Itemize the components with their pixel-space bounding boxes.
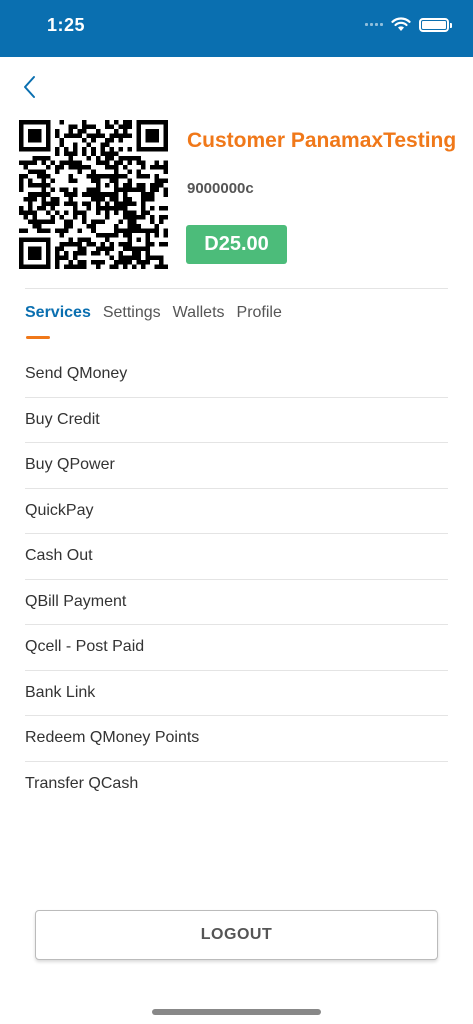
services-list: Send QMoney Buy Credit Buy QPower QuickP… [25, 352, 448, 807]
battery-icon [419, 17, 452, 32]
customer-name: Customer PanamaxTesting [187, 129, 457, 152]
status-bar: 1:25 [0, 0, 473, 57]
account-id: 9000000c [187, 180, 254, 197]
tab-bar: Services Settings Wallets Profile [25, 304, 282, 322]
service-redeem-qmoney-points[interactable]: Redeem QMoney Points [25, 716, 448, 762]
chevron-left-icon [24, 76, 35, 98]
back-button[interactable] [14, 72, 44, 102]
service-cash-out[interactable]: Cash Out [25, 534, 448, 580]
service-qcell-post-paid[interactable]: Qcell - Post Paid [25, 625, 448, 671]
home-indicator[interactable] [152, 1009, 321, 1015]
tab-wallets[interactable]: Wallets [173, 304, 225, 322]
logout-button[interactable]: LOGOUT [35, 910, 438, 960]
balance-badge: D25.00 [186, 225, 287, 264]
wifi-icon [391, 17, 411, 31]
service-send-qmoney[interactable]: Send QMoney [25, 352, 448, 398]
qr-code-icon [19, 120, 168, 269]
active-tab-indicator [26, 336, 50, 339]
tab-profile[interactable]: Profile [237, 304, 282, 322]
divider [25, 288, 448, 289]
tab-settings[interactable]: Settings [103, 304, 161, 322]
service-quickpay[interactable]: QuickPay [25, 489, 448, 534]
service-transfer-qcash[interactable]: Transfer QCash [25, 762, 448, 808]
signal-icon [365, 23, 383, 26]
service-qbill-payment[interactable]: QBill Payment [25, 580, 448, 625]
service-buy-qpower[interactable]: Buy QPower [25, 443, 448, 489]
status-time: 1:25 [47, 15, 86, 35]
service-buy-credit[interactable]: Buy Credit [25, 398, 448, 443]
status-icons [365, 17, 452, 32]
service-bank-link[interactable]: Bank Link [25, 671, 448, 716]
tab-services[interactable]: Services [25, 304, 91, 322]
